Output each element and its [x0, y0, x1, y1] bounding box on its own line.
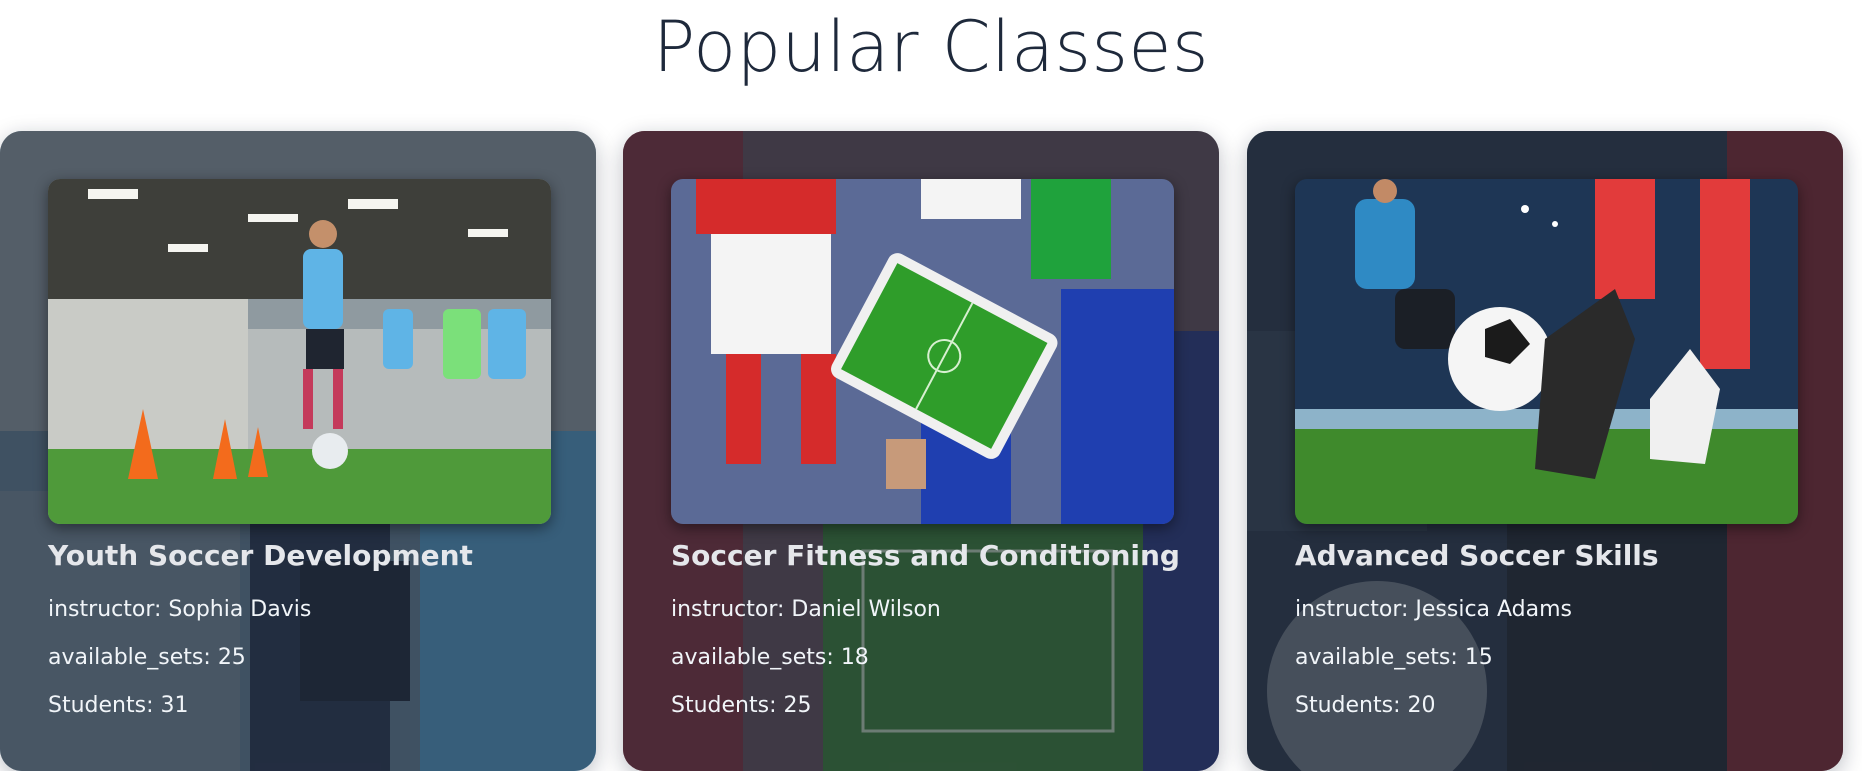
available-sets-label: available_sets:: [1295, 645, 1458, 670]
class-card-advanced-soccer[interactable]: Advanced Soccer Skills instructor: Jessi…: [1247, 131, 1843, 771]
available-sets-value: 18: [840, 645, 869, 670]
available-sets-info: available_sets: 18: [671, 645, 869, 670]
students-value: 20: [1407, 693, 1436, 718]
available-sets-info: available_sets: 15: [1295, 645, 1493, 670]
instructor-label: instructor:: [48, 597, 162, 622]
students-label: Students:: [671, 693, 777, 718]
available-sets-info: available_sets: 25: [48, 645, 246, 670]
students-info: Students: 25: [671, 693, 811, 718]
class-photo: [1295, 179, 1798, 524]
instructor-name: Jessica Adams: [1415, 597, 1573, 622]
instructor-info: instructor: Jessica Adams: [1295, 597, 1572, 622]
students-label: Students:: [1295, 693, 1401, 718]
class-photo: [48, 179, 551, 524]
available-sets-label: available_sets:: [671, 645, 834, 670]
available-sets-value: 25: [217, 645, 246, 670]
students-value: 25: [783, 693, 812, 718]
instructor-info: instructor: Daniel Wilson: [671, 597, 941, 622]
class-title[interactable]: Youth Soccer Development: [48, 539, 473, 572]
students-info: Students: 20: [1295, 693, 1435, 718]
class-title[interactable]: Soccer Fitness and Conditioning: [671, 539, 1180, 572]
instructor-name: Daniel Wilson: [791, 597, 941, 622]
class-card-youth-soccer[interactable]: Youth Soccer Development instructor: Sop…: [0, 131, 596, 771]
class-photo: [671, 179, 1174, 524]
students-value: 31: [160, 693, 189, 718]
available-sets-label: available_sets:: [48, 645, 211, 670]
class-card-soccer-fitness[interactable]: Soccer Fitness and Conditioning instruct…: [623, 131, 1219, 771]
class-title[interactable]: Advanced Soccer Skills: [1295, 539, 1659, 572]
available-sets-value: 15: [1464, 645, 1493, 670]
students-info: Students: 31: [48, 693, 188, 718]
section-title: Popular Classes: [653, 6, 1209, 88]
instructor-info: instructor: Sophia Davis: [48, 597, 311, 622]
instructor-name: Sophia Davis: [168, 597, 312, 622]
instructor-label: instructor:: [1295, 597, 1409, 622]
instructor-label: instructor:: [671, 597, 785, 622]
students-label: Students:: [48, 693, 154, 718]
